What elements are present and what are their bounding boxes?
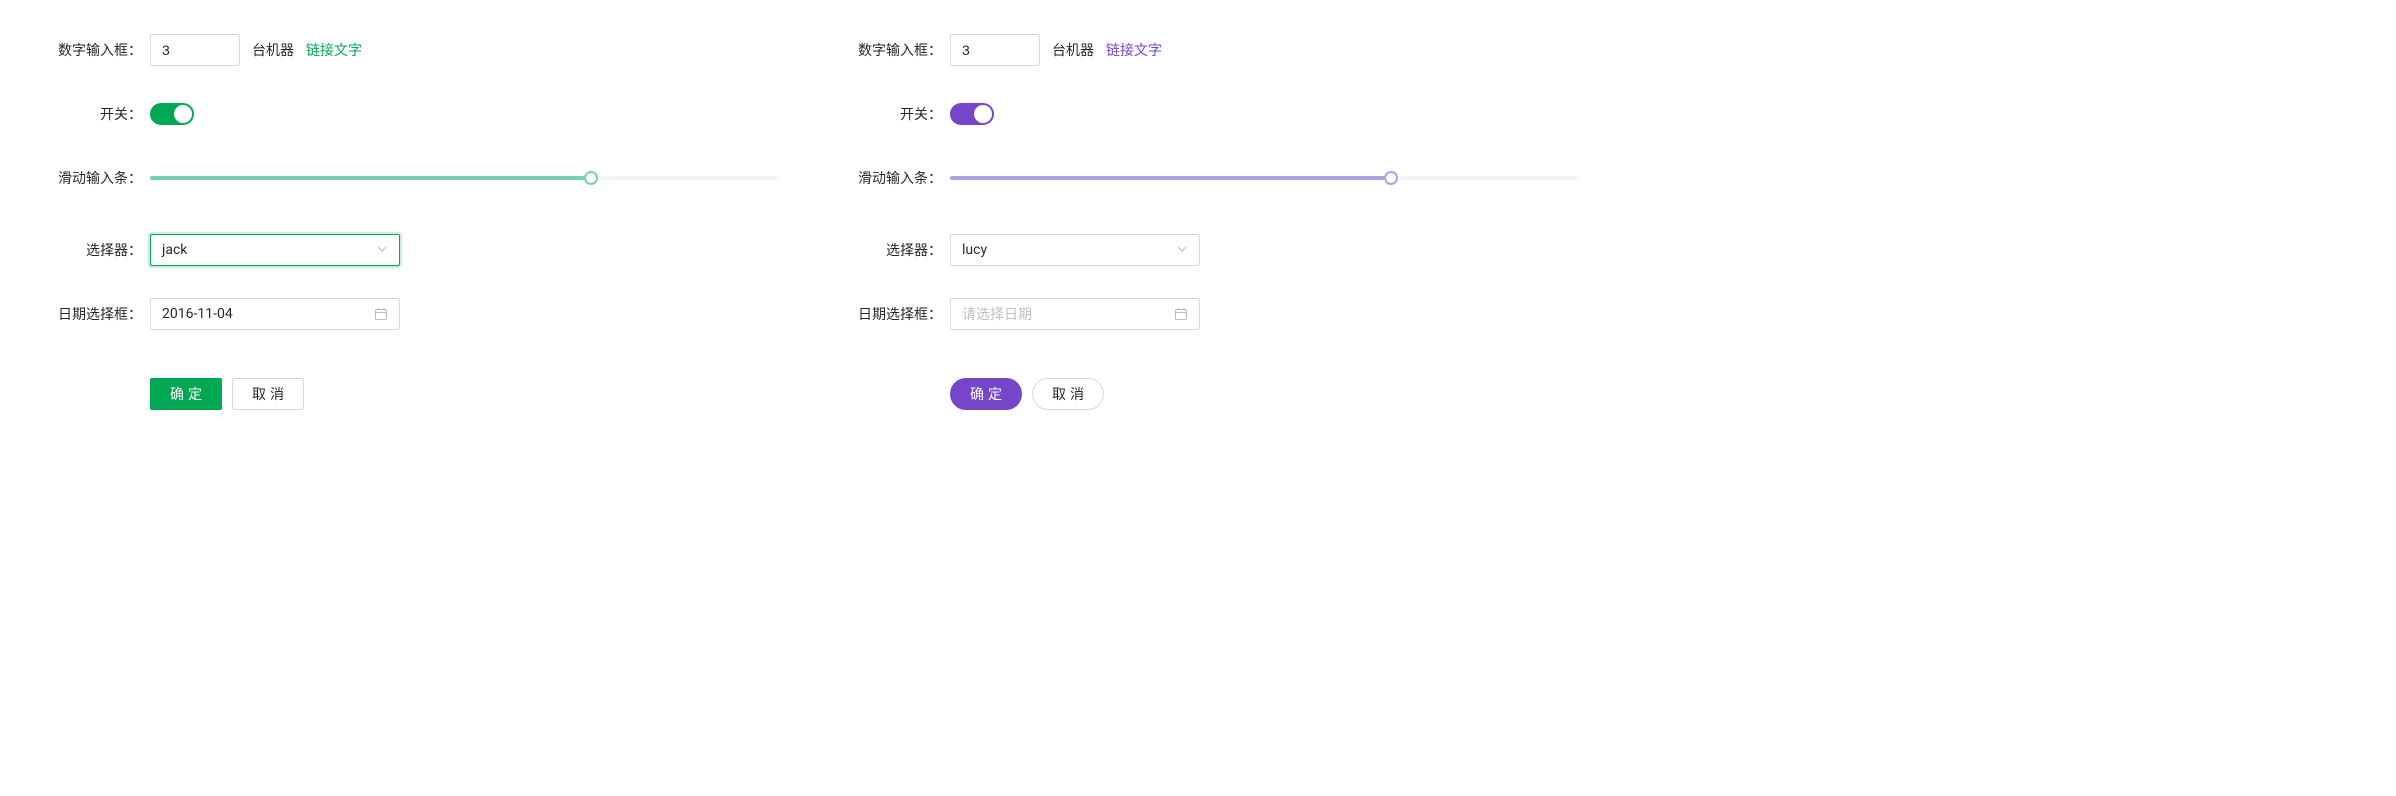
switch-row: 开关：: [20, 94, 780, 134]
select-dropdown[interactable]: jack: [150, 234, 400, 266]
form-left: 数字输入框： 台机器 链接文字 开关： 滑动输入条：: [20, 30, 780, 438]
slider-handle[interactable]: [584, 171, 598, 185]
date-picker-label: 日期选择框：: [20, 304, 150, 324]
slider-handle[interactable]: [1384, 171, 1398, 185]
confirm-button[interactable]: 确定: [150, 378, 222, 410]
slider-label: 滑动输入条：: [20, 168, 150, 188]
slider-track: [150, 176, 591, 180]
number-input-row: 数字输入框： 台机器 链接文字: [820, 30, 1580, 70]
cancel-button[interactable]: 取消: [232, 378, 304, 410]
slider[interactable]: [150, 172, 780, 184]
select-dropdown[interactable]: lucy: [950, 234, 1200, 266]
date-picker[interactable]: 2016-11-04: [150, 298, 400, 330]
slider-row: 滑动输入条：: [820, 158, 1580, 198]
select-label: 选择器：: [820, 240, 950, 260]
slider-track: [950, 176, 1391, 180]
select-row: 选择器： jack: [20, 230, 780, 270]
link-text[interactable]: 链接文字: [1106, 40, 1162, 60]
number-input-label: 数字输入框：: [20, 40, 150, 60]
number-input[interactable]: [150, 34, 240, 66]
confirm-button[interactable]: 确定: [950, 378, 1022, 410]
switch-row: 开关：: [820, 94, 1580, 134]
select-label: 选择器：: [20, 240, 150, 260]
chevron-down-icon: [1176, 243, 1188, 258]
date-picker-row: 日期选择框： 请选择日期: [820, 294, 1580, 334]
calendar-icon: [374, 307, 388, 321]
slider[interactable]: [950, 172, 1580, 184]
button-row: 确定 取消: [820, 374, 1580, 414]
chevron-down-icon: [376, 243, 388, 258]
date-picker[interactable]: 请选择日期: [950, 298, 1200, 330]
date-picker-row: 日期选择框： 2016-11-04: [20, 294, 780, 334]
slider-label: 滑动输入条：: [820, 168, 950, 188]
cancel-button[interactable]: 取消: [1032, 378, 1104, 410]
switch-label: 开关：: [820, 104, 950, 124]
calendar-icon: [1174, 307, 1188, 321]
number-input-row: 数字输入框： 台机器 链接文字: [20, 30, 780, 70]
link-text[interactable]: 链接文字: [306, 40, 362, 60]
form-right: 数字输入框： 台机器 链接文字 开关： 滑动输入条：: [820, 30, 1580, 438]
date-placeholder: 请选择日期: [962, 304, 1032, 324]
button-row: 确定 取消: [20, 374, 780, 414]
slider-row: 滑动输入条：: [20, 158, 780, 198]
switch-label: 开关：: [20, 104, 150, 124]
number-input-label: 数字输入框：: [820, 40, 950, 60]
date-value: 2016-11-04: [162, 306, 233, 322]
select-value: lucy: [962, 242, 987, 258]
switch-toggle[interactable]: [150, 103, 194, 125]
switch-toggle[interactable]: [950, 103, 994, 125]
number-suffix: 台机器: [252, 40, 294, 60]
select-row: 选择器： lucy: [820, 230, 1580, 270]
date-picker-label: 日期选择框：: [820, 304, 950, 324]
select-value: jack: [162, 242, 187, 258]
number-suffix: 台机器: [1052, 40, 1094, 60]
number-input[interactable]: [950, 34, 1040, 66]
